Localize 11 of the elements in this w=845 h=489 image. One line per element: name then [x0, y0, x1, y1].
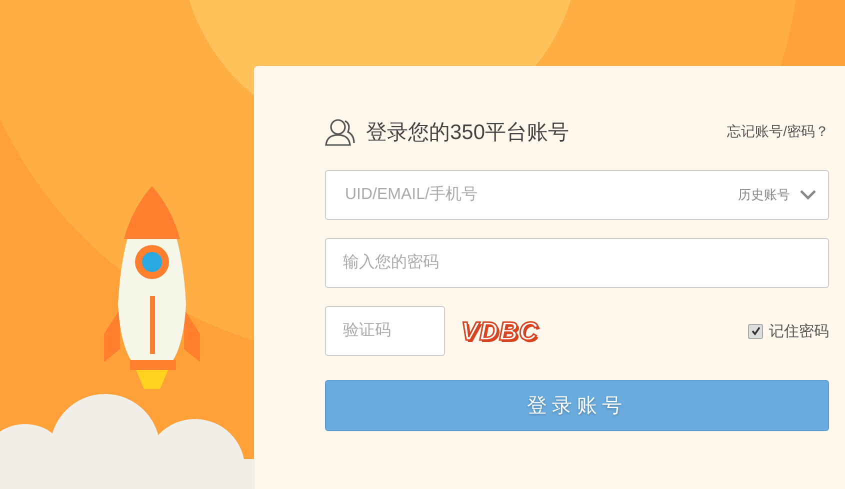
login-button[interactable]: 登录账号	[325, 380, 829, 431]
user-icon	[325, 118, 355, 146]
forgot-password-link[interactable]: 忘记账号/密码？	[727, 123, 829, 141]
account-field[interactable]: UID/EMAIL/手机号 历史账号	[325, 170, 829, 220]
login-title: 登录您的350平台账号	[366, 120, 570, 146]
chevron-down-icon[interactable]	[800, 190, 816, 200]
password-field[interactable]: 输入您的密码	[325, 238, 829, 288]
history-accounts-link[interactable]: 历史账号	[738, 186, 790, 204]
captcha-field[interactable]: 验证码	[325, 306, 445, 356]
remember-label: 记住密码	[769, 322, 829, 340]
remember-checkbox[interactable]	[748, 324, 763, 338]
